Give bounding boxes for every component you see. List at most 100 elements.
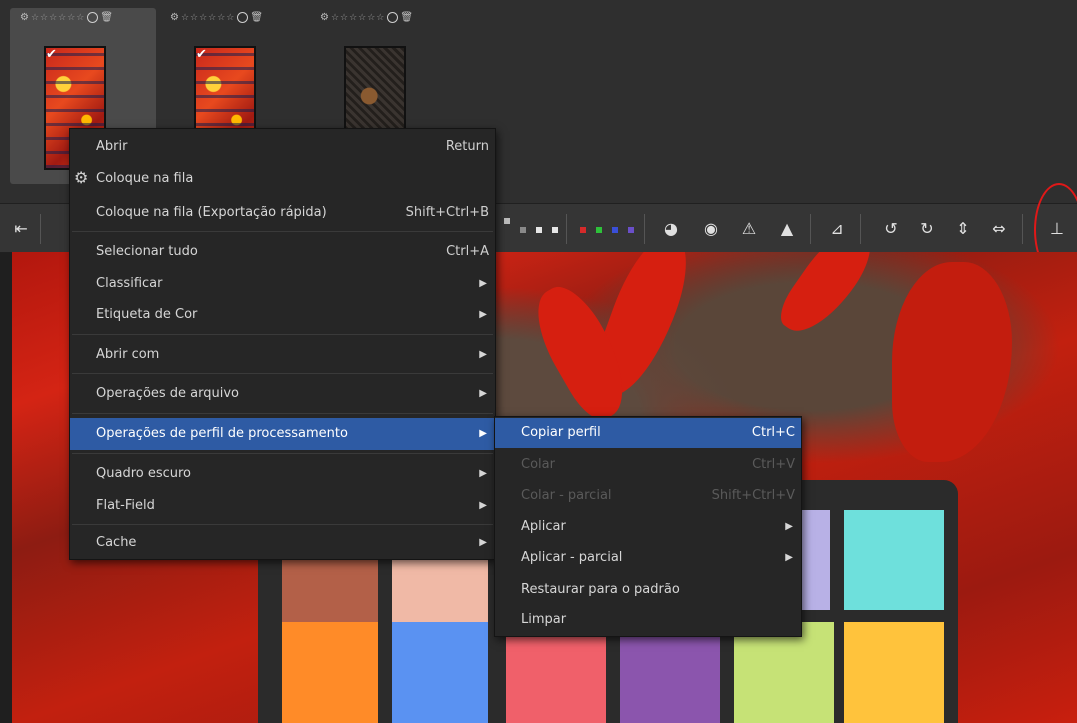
menu-item-select-all[interactable]: Selecionar tudo Ctrl+A — [70, 236, 495, 268]
menu-item-label: Quadro escuro — [96, 466, 192, 481]
menu-item-label: Etiqueta de Cor — [96, 307, 198, 322]
trash-icon[interactable]: 🗑 — [100, 12, 113, 23]
gears-icon: ⚙ — [74, 168, 89, 187]
menu-item-color-label[interactable]: Etiqueta de Cor ▶ — [70, 299, 495, 331]
menu-item-label: Aplicar — [521, 519, 566, 534]
submenu-arrow-icon: ▶ — [479, 278, 487, 289]
color-label-icon[interactable] — [387, 12, 399, 23]
color-label-green[interactable] — [596, 227, 602, 233]
menu-item-shortcut: Ctrl+C — [751, 425, 795, 440]
color-label-blue[interactable] — [612, 227, 618, 233]
flip-horizontal-icon[interactable]: ⇔ — [986, 216, 1012, 242]
rating-stars[interactable]: ☆☆☆☆☆☆ — [331, 13, 385, 23]
menu-item-file-operations[interactable]: Operações de arquivo ▶ — [70, 378, 495, 410]
menu-item-label: Selecionar tudo — [96, 244, 198, 259]
menu-item-label: Copiar perfil — [521, 425, 601, 440]
toolbar-separator — [1022, 214, 1023, 244]
submenu-arrow-icon: ▶ — [479, 500, 487, 511]
flip-vertical-icon[interactable]: ⇕ — [950, 216, 976, 242]
submenu-item-copy-profile[interactable]: Copiar perfil Ctrl+C — [495, 418, 801, 448]
menu-item-shortcut: Return — [445, 139, 489, 154]
menu-item-dark-frame[interactable]: Quadro escuro ▶ — [70, 458, 495, 490]
menu-item-open-with[interactable]: Abrir com ▶ — [70, 339, 495, 371]
clipped-shadows-icon[interactable]: ◕ — [658, 216, 684, 242]
flip-icon[interactable]: ⊿ — [824, 216, 850, 242]
submenu-item-reset-default[interactable]: Restaurar para o padrão — [495, 574, 801, 606]
rating-stars[interactable]: ☆☆☆☆☆☆ — [31, 13, 85, 23]
trash-icon[interactable]: 🗑 — [400, 12, 413, 23]
check-icon: ✔ — [46, 47, 57, 62]
menu-separator — [72, 373, 493, 374]
submenu-arrow-icon: ▶ — [479, 309, 487, 320]
color-patch — [392, 552, 488, 624]
menu-item-label: Classificar — [96, 276, 163, 291]
toolbar-separator — [810, 214, 811, 244]
menu-item-queue[interactable]: ⚙ Coloque na fila — [70, 163, 495, 195]
clipped-highlights-icon[interactable]: ◉ — [698, 216, 724, 242]
menu-item-abrir[interactable]: Abrir Return — [70, 131, 495, 163]
menu-item-label: Colar - parcial — [521, 488, 612, 503]
submenu-arrow-icon: ▶ — [479, 537, 487, 548]
menu-item-shortcut: Ctrl+A — [446, 244, 489, 259]
color-patch — [392, 622, 488, 723]
color-patch — [620, 622, 720, 723]
submenu-arrow-icon: ▶ — [785, 521, 793, 532]
gears-icon[interactable]: ⚙ — [170, 12, 179, 23]
thumb-toolbar: ⚙ ☆☆☆☆☆☆ 🗑 — [320, 12, 413, 23]
menu-item-label: Operações de arquivo — [96, 386, 240, 401]
submenu-arrow-icon: ▶ — [479, 388, 487, 399]
menu-item-shortcut: Shift+Ctrl+V — [711, 488, 795, 503]
menu-item-label: Coloque na fila (Exportação rápida) — [96, 205, 327, 220]
collapse-left-icon[interactable]: ⇤ — [8, 216, 34, 242]
color-patch — [844, 510, 944, 610]
trash-icon[interactable]: 🗑 — [250, 12, 263, 23]
menu-item-label: Aplicar - parcial — [521, 550, 623, 565]
menu-item-shortcut: Ctrl+V — [752, 457, 795, 472]
menu-item-profile-operations[interactable]: Operações de perfil de processamento ▶ — [70, 418, 495, 450]
submenu-arrow-icon: ▶ — [479, 349, 487, 360]
submenu-arrow-icon: ▶ — [479, 428, 487, 439]
color-patch — [506, 622, 606, 723]
color-label-grey[interactable] — [520, 227, 526, 233]
menu-item-label: Cache — [96, 535, 137, 550]
check-icon: ✔ — [196, 47, 207, 62]
color-label-white-2[interactable] — [552, 227, 558, 233]
thumb-toolbar: ⚙ ☆☆☆☆☆☆ 🗑 — [170, 12, 263, 23]
gears-icon[interactable]: ⚙ — [320, 12, 329, 23]
context-menu: Abrir Return ⚙ Coloque na fila Coloque n… — [69, 128, 496, 560]
submenu-item-clear[interactable]: Limpar — [495, 604, 801, 636]
menu-item-label: Limpar — [521, 612, 567, 627]
toolbar-separator — [860, 214, 861, 244]
color-label-white[interactable] — [536, 227, 542, 233]
submenu-item-apply[interactable]: Aplicar ▶ — [495, 511, 801, 543]
submenu-arrow-icon: ▶ — [479, 468, 487, 479]
rotate-right-icon[interactable]: ↻ — [914, 216, 940, 242]
toolbar-separator — [40, 214, 41, 244]
warning-icon[interactable]: ⚠ — [736, 216, 762, 242]
thumb-toolbar: ⚙ ☆☆☆☆☆☆ 🗑 — [20, 12, 113, 23]
color-label-red[interactable] — [580, 227, 586, 233]
menu-item-label: Restaurar para o padrão — [521, 582, 680, 597]
menu-item-flat-field[interactable]: Flat-Field ▶ — [70, 490, 495, 522]
menu-item-rank[interactable]: Classificar ▶ — [70, 268, 495, 300]
submenu-arrow-icon: ▶ — [785, 552, 793, 563]
rotate-left-icon[interactable]: ↺ — [878, 216, 904, 242]
gears-icon[interactable]: ⚙ — [20, 12, 29, 23]
color-patch — [734, 622, 834, 723]
submenu-item-paste: Colar Ctrl+V — [495, 449, 801, 481]
color-label-none[interactable] — [504, 218, 510, 224]
menu-item-label: Flat-Field — [96, 498, 155, 513]
submenu-item-apply-partial[interactable]: Aplicar - parcial ▶ — [495, 542, 801, 574]
color-label-purple[interactable] — [628, 227, 634, 233]
menu-item-cache[interactable]: Cache ▶ — [70, 527, 495, 559]
warning-filled-icon[interactable]: ▲ — [774, 216, 800, 242]
menu-item-label: Abrir — [96, 139, 128, 154]
color-label-icon[interactable] — [237, 12, 249, 23]
menu-separator — [72, 413, 493, 414]
menu-item-label: Colar — [521, 457, 555, 472]
color-label-icon[interactable] — [87, 12, 99, 23]
menu-item-label: Coloque na fila — [96, 171, 194, 186]
rating-stars[interactable]: ☆☆☆☆☆☆ — [181, 13, 235, 23]
menu-separator — [72, 453, 493, 454]
menu-item-queue-fast-export[interactable]: Coloque na fila (Exportação rápida) Shif… — [70, 197, 495, 229]
